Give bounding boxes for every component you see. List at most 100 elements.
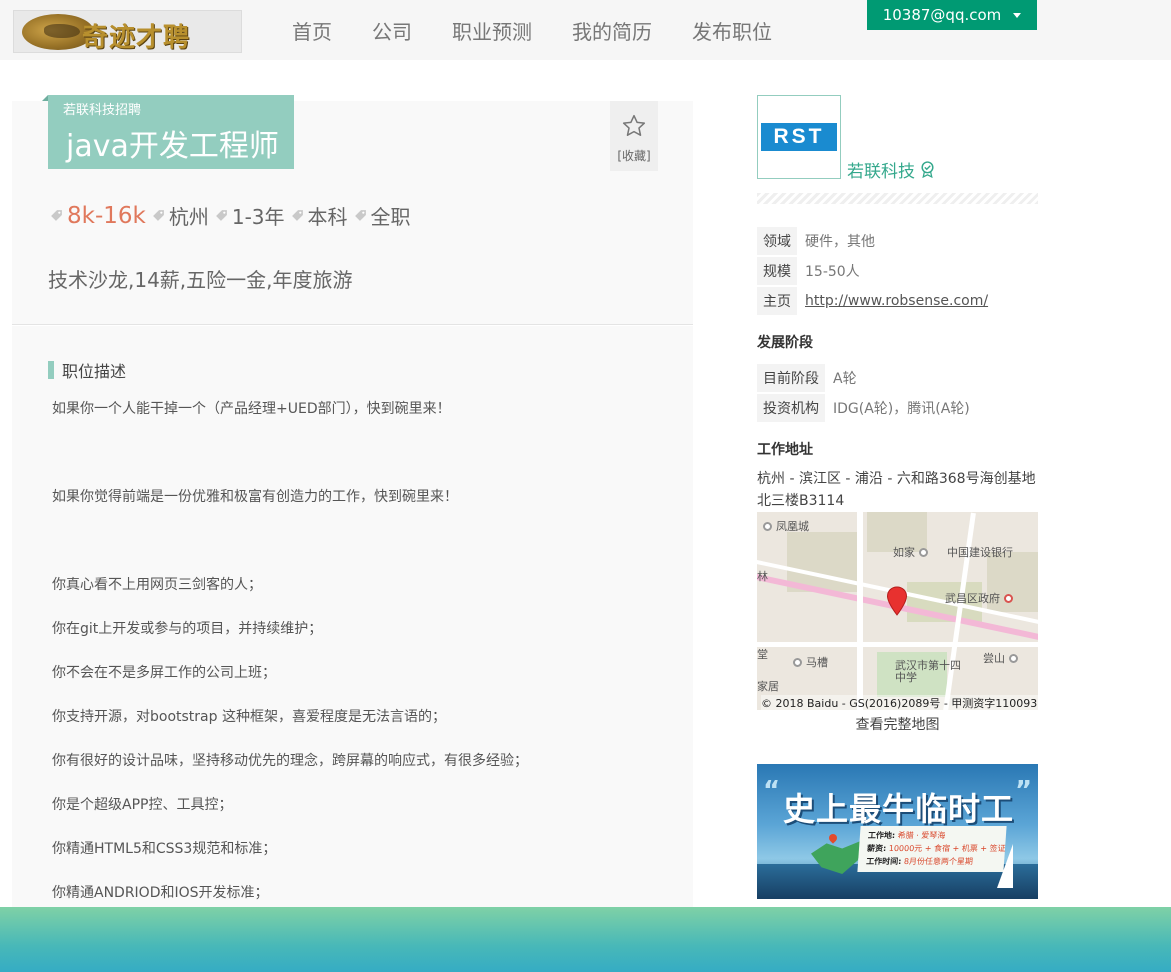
map-pin-icon — [827, 832, 839, 844]
site-logo[interactable]: 奇迹才聘 — [13, 10, 242, 53]
job-benefits: 技术沙龙,14薪,五险一金,年度旅游 — [48, 268, 353, 292]
verified-badge-icon — [921, 161, 934, 178]
quote-open-icon: “ — [763, 776, 781, 806]
map-label-jiaju: 家居 — [757, 680, 779, 693]
ad-banner[interactable]: “ ” 史上最牛临时工 工作地: 希腊 · 爱琴海 薪资: 10000元 + 食… — [757, 764, 1038, 899]
company-field-row: 领域 硬件，其他 — [757, 227, 875, 255]
hotel-icon — [918, 548, 928, 557]
poi-icon — [793, 658, 802, 667]
map-label-wuchang: 武昌区政府 — [945, 590, 1017, 606]
size-label: 规模 — [757, 257, 797, 285]
top-navbar: 奇迹才聘 首页 公司 职业预测 我的简历 发布职位 10387@qq.com — [0, 0, 1171, 60]
work-address-heading: 工作地址 — [757, 442, 813, 458]
ad-title: 史上最牛临时工 — [783, 790, 1015, 828]
sailboat-icon — [997, 844, 1013, 888]
investors-value: IDG(A轮)，腾讯(A轮) — [833, 401, 970, 417]
poi-icon — [1008, 654, 1018, 663]
description-line: 你支持开源，对bootstrap 这种框架，喜爱程度是无法言语的； — [52, 709, 446, 725]
stage-heading: 发展阶段 — [757, 335, 813, 351]
company-name: 若联科技 — [847, 162, 915, 182]
main-nav: 首页 公司 职业预测 我的简历 发布职位 — [272, 16, 792, 45]
tag-icon — [354, 210, 366, 221]
job-type-tag: 全职 — [354, 201, 411, 230]
description-line: 你是个超级APP控、工具控； — [52, 797, 233, 813]
description-line: 你不会在不是多屏工作的公司上班； — [52, 665, 276, 681]
map-label-lin: 林 — [757, 570, 768, 583]
ad-info-card: 工作地: 希腊 · 爱琴海 薪资: 10000元 + 食宿 + 机票 + 签证 … — [857, 826, 1007, 872]
field-value: 硬件，其他 — [805, 234, 875, 250]
salary-tag: 8k-16k — [50, 203, 146, 229]
city: 杭州 — [168, 205, 209, 229]
education-tag: 本科 — [291, 201, 348, 230]
ad-line-salary: 薪资: 10000元 + 食宿 + 机票 + 签证 — [866, 844, 1006, 853]
company-logo[interactable]: RST — [757, 95, 841, 179]
heading-accent-bar — [48, 361, 54, 379]
map-label-macao: 马槽 — [793, 654, 828, 670]
tag-icon — [51, 210, 62, 221]
poi-icon — [763, 522, 772, 531]
location-map[interactable]: 凤凰城 如家 中国建设银行 林 武昌区政府 堂 马槽 武汉市第十四中学 尝山 家… — [757, 512, 1038, 710]
company-homepage-row: 主页 http://www.robsense.com/ — [757, 287, 988, 315]
map-label-tang: 堂 — [757, 648, 768, 661]
tag-icon — [291, 210, 303, 221]
ad-line-location: 工作地: 希腊 · 爱琴海 — [867, 831, 946, 840]
company-name-link[interactable]: 若联科技 — [847, 157, 936, 182]
description-line: 你精通ANDRIOD和IOS开发标准； — [52, 885, 269, 901]
tag-icon — [215, 210, 227, 221]
favorite-label: [收藏] — [617, 149, 651, 163]
location-pin-icon — [886, 586, 908, 616]
nav-home[interactable]: 首页 — [292, 16, 332, 45]
tag-icon — [152, 210, 164, 221]
job-description-title: 职位描述 — [62, 362, 127, 381]
city-tag: 杭州 — [152, 201, 209, 230]
company-logo-text: RST — [773, 125, 825, 148]
user-email: 10387@qq.com — [882, 6, 1002, 24]
chevron-down-icon — [1013, 12, 1022, 18]
current-stage-label: 目前阶段 — [757, 364, 825, 392]
description-line: 你真心看不上用网页三剑客的人； — [52, 577, 262, 593]
map-label-rujia: 如家 — [893, 544, 932, 560]
homepage-link[interactable]: http://www.robsense.com/ — [805, 293, 988, 309]
view-full-map-link[interactable]: 查看完整地图 — [757, 714, 1038, 734]
investors-row: 投资机构 IDG(A轮)，腾讯(A轮) — [757, 394, 970, 422]
user-menu-button[interactable]: 10387@qq.com — [867, 0, 1037, 30]
logo-text: 奇迹才聘 — [82, 23, 191, 53]
government-icon — [1003, 594, 1013, 603]
ad-line-time: 工作时间: 8月份任意两个星期 — [865, 857, 974, 866]
description-line: 如果你觉得前端是一份优雅和极富有创造力的工作，快到碗里来！ — [52, 489, 458, 505]
map-label-fenghuang: 凤凰城 — [763, 518, 809, 534]
quote-close-icon: ” — [1015, 776, 1033, 806]
experience-tag: 1-3年 — [215, 201, 285, 230]
description-line: 你精通HTML5和CSS3规范和标准； — [52, 841, 277, 857]
description-line: 你有很好的设计品味，坚持移动优先的理念，跨屏幕的响应式，有很多经验； — [52, 753, 528, 769]
investors-label: 投资机构 — [757, 394, 825, 422]
company-logo-badge: RST — [761, 123, 837, 151]
size-value: 15-50人 — [805, 264, 860, 280]
homepage-label: 主页 — [757, 287, 797, 315]
favorite-button[interactable]: [收藏] — [610, 101, 658, 171]
education: 本科 — [307, 205, 348, 229]
work-address: 杭州 - 滨江区 - 浦沿 - 六和路368号海创基地北三楼B3114 — [757, 471, 1036, 509]
company-tag: 若联科技招聘 — [63, 103, 142, 118]
star-icon — [622, 114, 646, 136]
current-stage-value: A轮 — [833, 371, 857, 387]
job-type: 全职 — [370, 205, 411, 229]
nav-career-forecast[interactable]: 职业预测 — [452, 16, 532, 45]
description-line: 你在git上开发或参与的项目，并持续维护； — [52, 621, 323, 637]
salary: 8k-16k — [67, 202, 146, 229]
map-label-school: 武汉市第十四中学 — [895, 659, 961, 684]
experience: 1-3年 — [231, 205, 285, 229]
job-description-heading: 职位描述 — [48, 358, 126, 382]
map-copyright: © 2018 Baidu - GS(2016)2089号 - 甲测资字11009… — [761, 695, 1038, 710]
nav-post-job[interactable]: 发布职位 — [692, 16, 772, 45]
footer-bar — [0, 907, 1171, 972]
description-line: 如果你一个人能干掉一个（产品经理+UED部门），快到碗里来！ — [52, 401, 451, 417]
job-description-panel: 职位描述 如果你一个人能干掉一个（产品经理+UED部门），快到碗里来！ 如果你觉… — [12, 326, 693, 926]
nav-companies[interactable]: 公司 — [372, 16, 412, 45]
divider-stripe — [757, 193, 1038, 204]
nav-my-resume[interactable]: 我的简历 — [572, 16, 652, 45]
field-label: 领域 — [757, 227, 797, 255]
company-size-row: 规模 15-50人 — [757, 257, 860, 285]
job-title-block: 若联科技招聘 java开发工程师 — [42, 95, 294, 169]
job-title: java开发工程师 — [66, 129, 279, 164]
